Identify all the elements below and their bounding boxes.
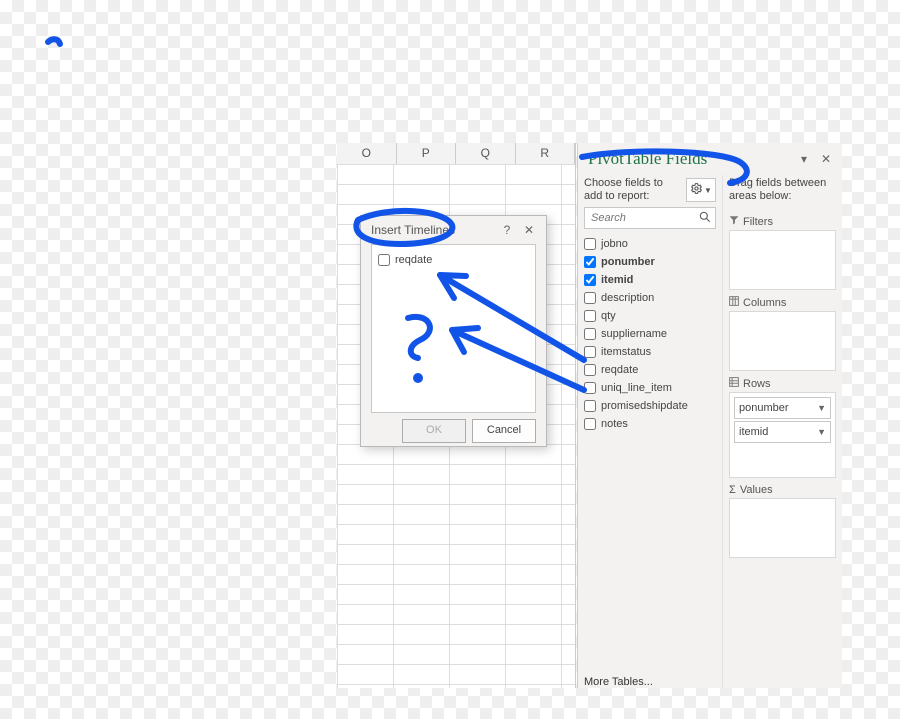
field-notes[interactable]: notes [584,415,716,433]
col-R[interactable]: R [516,143,576,164]
field-label: description [601,292,654,304]
pane-dropdown-icon[interactable]: ▾ [796,151,812,167]
chevron-down-icon: ▼ [704,186,712,195]
dialog-body: reqdate [371,244,536,413]
dialog-close-icon[interactable]: ✕ [518,223,540,237]
cancel-button[interactable]: Cancel [472,419,536,443]
field-reqdate[interactable]: reqdate [584,361,716,379]
chevron-down-icon: ▼ [817,427,826,437]
field-list[interactable]: jobno ponumber itemid description qty supplie… [584,235,716,670]
field-checkbox[interactable] [584,364,596,376]
field-qty[interactable]: qty [584,307,716,325]
annotation-stray-mark [48,39,60,44]
field-label: uniq_line_item [601,382,672,394]
dialog-title: Insert Timelines [371,223,496,237]
search-icon [698,210,712,227]
field-checkbox[interactable] [584,400,596,412]
dialog-help-icon[interactable]: ? [496,223,518,237]
field-checkbox[interactable] [584,310,596,322]
field-description[interactable]: description [584,289,716,307]
field-label: promisedshipdate [601,400,688,412]
field-label: qty [601,310,616,322]
field-jobno[interactable]: jobno [584,235,716,253]
row-chip-ponumber[interactable]: ponumber ▼ [734,397,831,419]
rows-dropzone[interactable]: ponumber ▼ itemid ▼ [729,392,836,478]
more-tables-link[interactable]: More Tables... [584,676,716,688]
field-suppliername[interactable]: suppliername [584,325,716,343]
insert-timelines-dialog: Insert Timelines ? ✕ reqdate OK Cancel [360,215,547,447]
pane-close-icon[interactable]: ✕ [818,151,834,167]
column-headers: O P Q R [337,143,575,165]
field-checkbox[interactable] [584,274,596,286]
search-input[interactable] [584,207,716,229]
field-checkbox[interactable] [584,238,596,250]
tools-gear-button[interactable]: ▼ [686,178,716,202]
sigma-icon: Σ [729,484,736,496]
values-dropzone[interactable] [729,498,836,558]
field-label: itemstatus [601,346,651,358]
field-promisedshipdate[interactable]: promisedshipdate [584,397,716,415]
col-Q[interactable]: Q [456,143,516,164]
field-itemid[interactable]: itemid [584,271,716,289]
field-label: jobno [601,238,628,250]
field-label: itemid [601,274,633,286]
values-section-label: Σ Values [729,484,836,496]
filters-section-label: Filters [729,215,836,228]
rows-icon [729,377,739,390]
field-label: notes [601,418,628,430]
columns-section-label: Columns [729,296,836,309]
field-checkbox[interactable] [584,382,596,394]
field-checkbox[interactable] [584,328,596,340]
field-itemstatus[interactable]: itemstatus [584,343,716,361]
timeline-field-label: reqdate [395,254,432,266]
row-chip-itemid[interactable]: itemid ▼ [734,421,831,443]
filter-icon [729,215,739,228]
field-label: suppliername [601,328,667,340]
col-O[interactable]: O [337,143,397,164]
pivottable-fields-pane: PivotTable Fields ▾ ✕ Choose fields to a… [577,143,842,688]
field-ponumber[interactable]: ponumber [584,253,716,271]
gear-icon [690,182,703,198]
field-label: reqdate [601,364,638,376]
field-checkbox[interactable] [584,256,596,268]
columns-icon [729,296,739,309]
pane-title: PivotTable Fields [588,149,790,169]
field-search[interactable] [584,207,716,229]
chip-label: ponumber [739,402,789,414]
rows-section-label: Rows [729,377,836,390]
chip-label: itemid [739,426,768,438]
ok-button[interactable]: OK [402,419,466,443]
choose-fields-label: Choose fields to add to report: [584,177,682,203]
field-label: ponumber [601,256,655,268]
columns-dropzone[interactable] [729,311,836,371]
col-P[interactable]: P [397,143,457,164]
field-checkbox[interactable] [584,346,596,358]
timeline-field-reqdate[interactable]: reqdate [378,251,529,269]
field-checkbox[interactable] [584,418,596,430]
drag-fields-label: Drag fields between areas below: [729,177,836,203]
field-checkbox[interactable] [584,292,596,304]
field-uniq_line_item[interactable]: uniq_line_item [584,379,716,397]
filters-dropzone[interactable] [729,230,836,290]
chevron-down-icon: ▼ [817,403,826,413]
timeline-field-checkbox[interactable] [378,254,390,266]
